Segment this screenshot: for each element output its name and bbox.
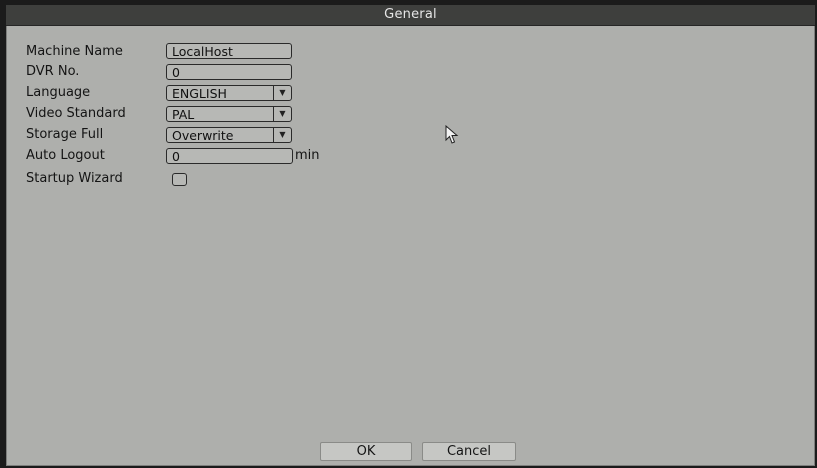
storage-full-label: Storage Full — [26, 127, 104, 142]
general-settings-window: General Machine Name LocalHost DVR No. 0… — [6, 5, 815, 466]
auto-logout-input[interactable]: 0 — [166, 148, 293, 164]
language-label: Language — [26, 85, 91, 100]
storage-full-select[interactable]: Overwrite ▼ — [166, 127, 292, 143]
dvr-no-input[interactable]: 0 — [166, 64, 292, 80]
chevron-down-icon[interactable]: ▼ — [273, 86, 291, 100]
dvr-no-label: DVR No. — [26, 64, 80, 79]
machine-name-label: Machine Name — [26, 44, 123, 59]
language-select[interactable]: ENGLISH ▼ — [166, 85, 292, 101]
window-title: General — [384, 7, 437, 22]
title-bar: General — [6, 5, 815, 26]
video-standard-select[interactable]: PAL ▼ — [166, 106, 292, 122]
auto-logout-label: Auto Logout — [26, 148, 105, 163]
ok-button[interactable]: OK — [320, 442, 412, 461]
machine-name-input[interactable]: LocalHost — [166, 43, 292, 59]
auto-logout-unit: min — [295, 148, 320, 163]
video-standard-label: Video Standard — [26, 106, 126, 121]
startup-wizard-label: Startup Wizard — [26, 171, 123, 186]
cancel-button[interactable]: Cancel — [422, 442, 516, 461]
mouse-pointer-icon — [445, 125, 459, 144]
chevron-down-icon[interactable]: ▼ — [273, 128, 291, 142]
storage-full-value: Overwrite — [172, 128, 234, 143]
startup-wizard-checkbox[interactable] — [172, 173, 187, 186]
language-value: ENGLISH — [172, 86, 227, 101]
video-standard-value: PAL — [172, 107, 195, 122]
chevron-down-icon[interactable]: ▼ — [273, 107, 291, 121]
